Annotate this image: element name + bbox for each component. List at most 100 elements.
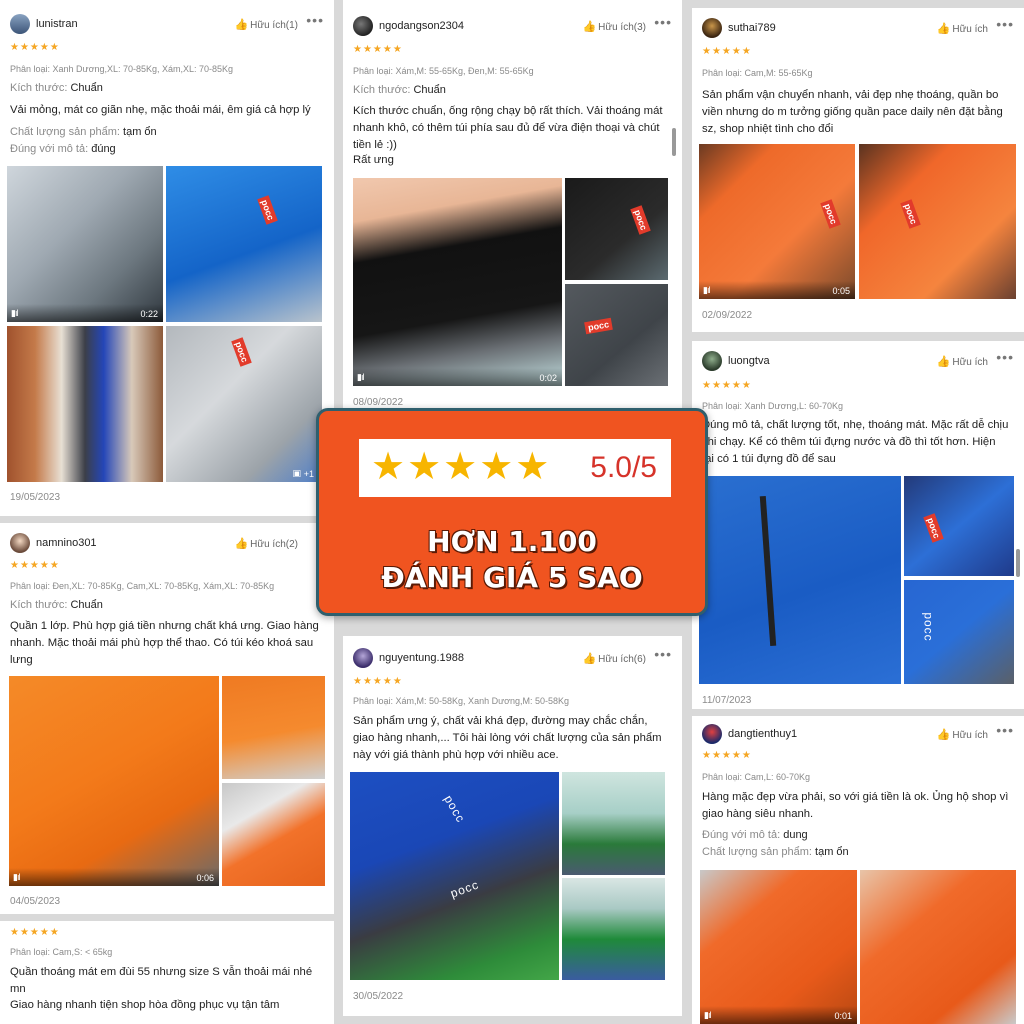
more-options-icon[interactable]: •••: [654, 646, 672, 662]
more-options-icon[interactable]: •••: [996, 722, 1014, 738]
review-date: 11/07/2023: [702, 695, 752, 706]
thumbs-up-icon: 👍: [936, 356, 951, 368]
rating-stars: ★★★★★: [10, 927, 60, 938]
more-options-icon[interactable]: •••: [996, 349, 1014, 365]
variant-classification: Phân loại: Xanh Dương,XL: 70-85Kg, Xám,X…: [10, 64, 234, 74]
review-photo[interactable]: [222, 783, 325, 886]
helpful-button[interactable]: 👍 Hữu ích: [937, 22, 988, 35]
review-photo[interactable]: pocc: [904, 580, 1014, 684]
review-video-thumbnail[interactable]: ▮ıl 0:06: [9, 676, 219, 886]
helpful-button[interactable]: 👍 Hữu ích: [937, 355, 988, 368]
quality-row: Chất lượng sản phẩm: tạm ổn: [702, 846, 1014, 858]
rating-stars: ★★★★★: [353, 44, 403, 55]
review-card: namnino301 👍 Hữu ích(2) ★★★★★ Phân loại: …: [0, 523, 334, 914]
video-overlay: ▮ıl 0:01: [700, 1006, 857, 1024]
review-photo[interactable]: pocc: [565, 178, 668, 280]
username[interactable]: namnino301: [36, 537, 97, 549]
size-value: Chuẩn: [70, 599, 103, 611]
video-duration: 0:22: [140, 309, 158, 319]
review-date: 19/05/2023: [10, 492, 61, 503]
avatar[interactable]: [702, 351, 722, 371]
quality-row: Chất lượng sản phẩm: tạm ổn: [10, 126, 324, 138]
variant-classification: Phân loại: Xám,M: 55-65Kg, Đen,M: 55-65K…: [353, 66, 534, 76]
review-photo[interactable]: pocc pocc: [350, 772, 559, 980]
review-card: lunistran 👍 Hữu ích(1) ••• ★★★★★ Phân loạ…: [0, 0, 334, 516]
review-photo[interactable]: pocc: [904, 476, 1014, 576]
review-photo[interactable]: [699, 476, 901, 684]
brand-tag: pocc: [584, 317, 613, 335]
brand-tag: pocc: [820, 199, 841, 229]
helpful-label: Hữu ích(6): [598, 654, 646, 665]
brand-tag: pocc: [900, 199, 921, 229]
helpful-button[interactable]: 👍 Hữu ích(2): [234, 537, 298, 550]
size-row: Kích thước: Chuẩn: [10, 599, 324, 611]
review-header: suthai789 👍 Hữu ích •••: [702, 16, 1014, 40]
helpful-button[interactable]: 👍 Hữu ích(1): [234, 18, 298, 31]
thumbs-up-icon: 👍: [936, 729, 951, 741]
brand-tag: pocc: [923, 513, 944, 543]
brand-print: pocc: [921, 612, 936, 642]
review-video-thumbnail[interactable]: ▮ıl 0:01: [700, 870, 857, 1024]
more-options-icon[interactable]: •••: [996, 16, 1014, 32]
review-video-thumbnail[interactable]: ▮ıl 0:02: [353, 178, 562, 386]
review-photo[interactable]: [7, 326, 163, 482]
username[interactable]: luongtva: [728, 355, 770, 367]
more-options-icon[interactable]: •••: [306, 12, 324, 28]
thumbs-up-icon: 👍: [234, 19, 249, 31]
banner-headline: HƠN 1.100: [427, 525, 597, 558]
username[interactable]: dangtienthuy1: [728, 728, 797, 740]
review-text: Sản phẩm ưng ý, chất vải khá đẹp, đường …: [353, 715, 662, 761]
quality-value: tạm ổn: [123, 126, 157, 138]
quality-label: Chất lượng sản phẩm:: [702, 846, 812, 858]
username[interactable]: ngodangson2304: [379, 20, 464, 32]
thumbs-up-icon: 👍: [582, 21, 597, 33]
rating-stars: ★★★★★: [702, 380, 752, 391]
review-video-thumbnail[interactable]: ▮ıl 0:22: [7, 166, 163, 322]
review-photo[interactable]: [562, 878, 665, 980]
brand-tag: pocc: [630, 205, 651, 235]
helpful-label: Hữu ích: [952, 24, 988, 35]
review-header: luongtva 👍 Hữu ích •••: [702, 349, 1014, 373]
avatar[interactable]: [702, 18, 722, 38]
scrollbar[interactable]: [1016, 549, 1020, 577]
username[interactable]: suthai789: [728, 22, 776, 34]
review-photo[interactable]: pocc: [859, 144, 1016, 299]
review-header: ngodangson2304 👍 Hữu ích(3) •••: [353, 14, 672, 38]
size-label: Kích thước:: [353, 84, 411, 96]
review-photo[interactable]: pocc +1 ▣: [166, 326, 322, 482]
review-video-thumbnail[interactable]: pocc ▮ıl 0:05: [699, 144, 855, 299]
review-header: dangtienthuy1 👍 Hữu ích •••: [702, 722, 1014, 746]
size-value: Chuẩn: [70, 82, 103, 94]
video-overlay: ▮ıl 0:02: [353, 368, 562, 386]
avatar[interactable]: [353, 16, 373, 36]
review-date: 04/05/2023: [10, 896, 61, 907]
scrollbar[interactable]: [672, 128, 676, 156]
video-overlay: ▮ıl 0:05: [699, 281, 855, 299]
review-photo[interactable]: pocc: [565, 284, 668, 386]
helpful-label: Hữu ích(3): [598, 22, 646, 33]
size-label: Kích thước:: [10, 82, 68, 94]
username[interactable]: lunistran: [36, 18, 78, 30]
avatar[interactable]: [10, 14, 30, 34]
avatar[interactable]: [702, 724, 722, 744]
avatar[interactable]: [10, 533, 30, 553]
review-photo[interactable]: [562, 772, 665, 875]
review-text: Quần 1 lớp. Phù hợp giá tiền nhưng chất …: [10, 620, 319, 666]
username[interactable]: nguyentung.1988: [379, 652, 464, 664]
video-overlay: ▮ıl 0:06: [9, 868, 219, 886]
desc-label: Đúng với mô tả:: [10, 143, 89, 155]
helpful-button[interactable]: 👍 Hữu ích: [937, 728, 988, 741]
review-text-extra: Giao hàng nhanh tiện shop hòa đồng phục …: [10, 999, 280, 1011]
avatar[interactable]: [353, 648, 373, 668]
review-card: ngodangson2304 👍 Hữu ích(3) ••• ★★★★★ Phâ…: [343, 0, 682, 412]
review-card: dangtienthuy1 👍 Hữu ích ••• ★★★★★ Phân lo…: [692, 716, 1024, 1024]
review-photo[interactable]: [222, 676, 325, 779]
review-photo[interactable]: pocc: [166, 166, 322, 322]
helpful-button[interactable]: 👍 Hữu ích(3): [582, 20, 646, 33]
size-label: Kích thước:: [10, 599, 68, 611]
description-row: Đúng với mô tả: dung: [702, 829, 1014, 841]
review-photo[interactable]: [860, 870, 1016, 1024]
video-icon: ▮ıl: [13, 872, 21, 882]
helpful-button[interactable]: 👍 Hữu ích(6): [582, 652, 646, 665]
more-options-icon[interactable]: •••: [654, 14, 672, 30]
